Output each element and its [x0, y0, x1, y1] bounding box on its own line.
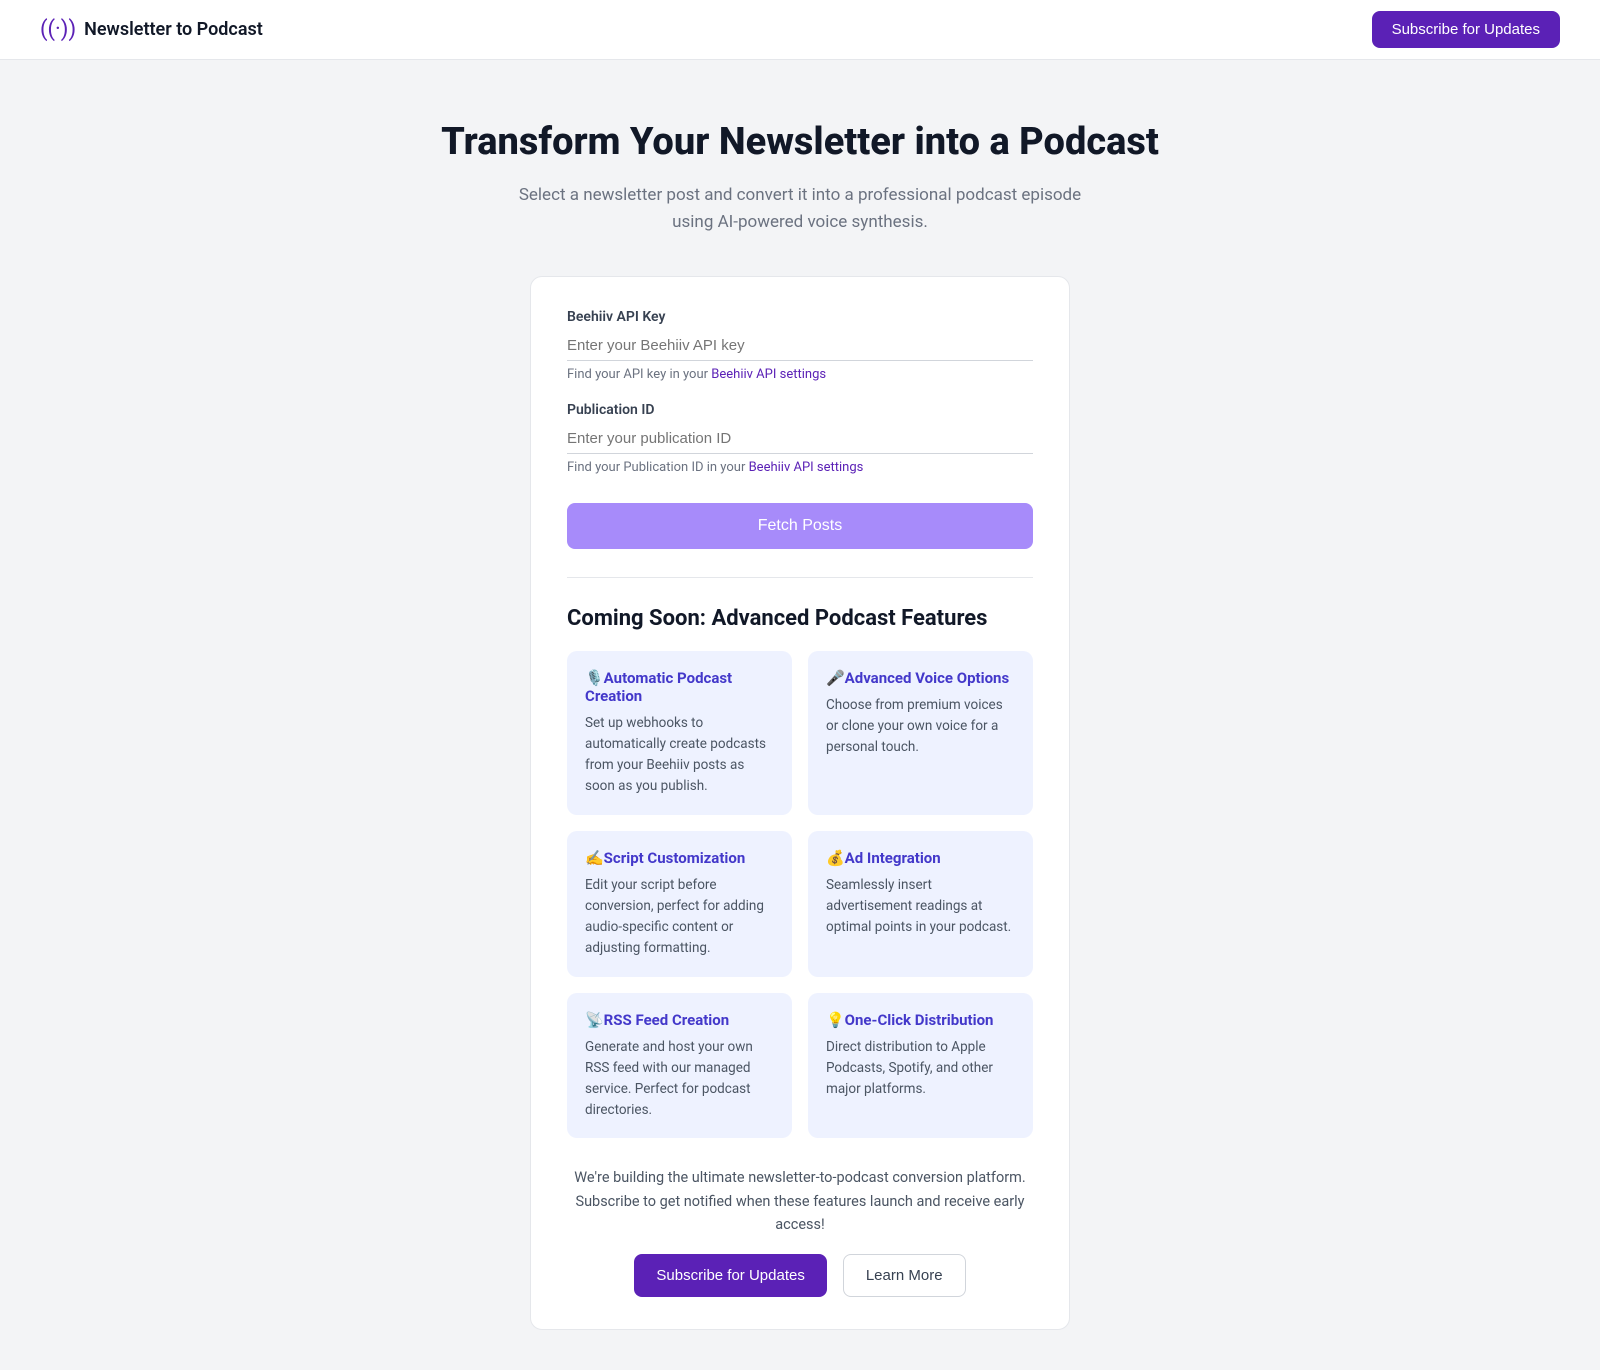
- feature-card-3: 💰Ad Integration Seamlessly insert advert…: [808, 831, 1033, 977]
- feature-card-desc-3: Seamlessly insert advertisement readings…: [826, 875, 1015, 938]
- feature-card-2: ✍️Script Customization Edit your script …: [567, 831, 792, 977]
- feature-card-title-3: 💰Ad Integration: [826, 849, 1015, 867]
- feature-card-desc-2: Edit your script before conversion, perf…: [585, 875, 774, 959]
- hero-title: Transform Your Newsletter into a Podcast: [20, 120, 1580, 164]
- api-key-input[interactable]: [567, 331, 1033, 361]
- publication-id-group: Publication ID Find your Publication ID …: [567, 402, 1033, 475]
- header-subscribe-button[interactable]: Subscribe for Updates: [1372, 11, 1560, 48]
- coming-soon-title: Coming Soon: Advanced Podcast Features: [567, 606, 1033, 631]
- footer-subscribe-button[interactable]: Subscribe for Updates: [634, 1254, 826, 1297]
- api-key-group: Beehiiv API Key Find your API key in you…: [567, 309, 1033, 382]
- feature-card-title-2: ✍️Script Customization: [585, 849, 774, 867]
- feature-card-desc-1: Choose from premium voices or clone your…: [826, 695, 1015, 758]
- hero-section: Transform Your Newsletter into a Podcast…: [0, 60, 1600, 276]
- section-divider: [567, 577, 1033, 578]
- fetch-posts-button[interactable]: Fetch Posts: [567, 503, 1033, 549]
- feature-card-title-1: 🎤Advanced Voice Options: [826, 669, 1015, 687]
- hero-subtitle: Select a newsletter post and convert it …: [510, 182, 1090, 236]
- api-key-hint: Find your API key in your Beehiiv API se…: [567, 367, 1033, 382]
- publication-id-hint: Find your Publication ID in your Beehiiv…: [567, 460, 1033, 475]
- logo-icon: ((·)): [40, 17, 76, 42]
- publication-id-label: Publication ID: [567, 402, 1033, 418]
- footer-text: We're building the ultimate newsletter-t…: [567, 1166, 1033, 1236]
- feature-card-title-5: 💡One-Click Distribution: [826, 1011, 1015, 1029]
- footer-learn-more-button[interactable]: Learn More: [843, 1254, 966, 1297]
- feature-card-desc-0: Set up webhooks to automatically create …: [585, 713, 774, 797]
- feature-card-5: 💡One-Click Distribution Direct distribut…: [808, 993, 1033, 1139]
- feature-card-1: 🎤Advanced Voice Options Choose from prem…: [808, 651, 1033, 815]
- logo: ((·)) Newsletter to Podcast: [40, 17, 263, 42]
- header: ((·)) Newsletter to Podcast Subscribe fo…: [0, 0, 1600, 60]
- logo-text: Newsletter to Podcast: [84, 19, 263, 40]
- feature-card-desc-5: Direct distribution to Apple Podcasts, S…: [826, 1037, 1015, 1100]
- api-key-settings-link[interactable]: Beehiiv API settings: [711, 367, 826, 382]
- api-key-label: Beehiiv API Key: [567, 309, 1033, 325]
- publication-id-input[interactable]: [567, 424, 1033, 454]
- footer-buttons: Subscribe for Updates Learn More: [567, 1254, 1033, 1297]
- feature-card-0: 🎙️Automatic Podcast Creation Set up webh…: [567, 651, 792, 815]
- feature-card-desc-4: Generate and host your own RSS feed with…: [585, 1037, 774, 1121]
- main-card: Beehiiv API Key Find your API key in you…: [530, 276, 1070, 1330]
- publication-id-settings-link[interactable]: Beehiiv API settings: [749, 460, 864, 475]
- feature-card-4: 📡RSS Feed Creation Generate and host you…: [567, 993, 792, 1139]
- feature-card-title-4: 📡RSS Feed Creation: [585, 1011, 774, 1029]
- features-grid: 🎙️Automatic Podcast Creation Set up webh…: [567, 651, 1033, 1138]
- feature-card-title-0: 🎙️Automatic Podcast Creation: [585, 669, 774, 705]
